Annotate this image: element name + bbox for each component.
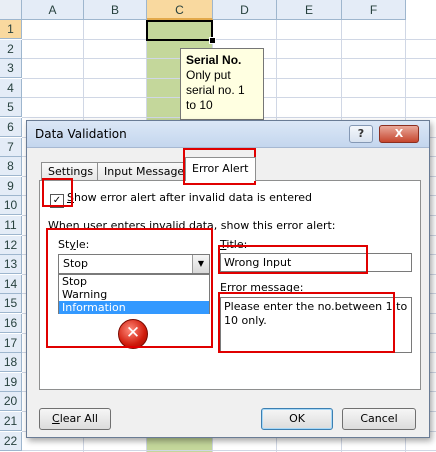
column-header-d[interactable]: D <box>213 0 277 20</box>
error-message-textarea[interactable]: Please enter the no.between 1 to 10 only… <box>220 297 412 353</box>
style-label-prefix: St <box>58 238 70 251</box>
tab-settings[interactable]: Settings <box>41 162 101 180</box>
row-header-14[interactable]: 14 <box>0 274 22 294</box>
row-header-10[interactable]: 10 <box>0 196 22 216</box>
clear-all-label: lear All <box>59 412 98 425</box>
row-header-2[interactable]: 2 <box>0 39 22 59</box>
style-select-value: Stop <box>63 257 89 270</box>
error-x-icon: ✕ <box>118 319 148 349</box>
column-header-c[interactable]: C <box>147 0 213 20</box>
row-header-4[interactable]: 4 <box>0 78 22 98</box>
title-input[interactable]: Wrong Input <box>220 253 412 272</box>
style-option-warning[interactable]: Warning <box>59 288 209 301</box>
row-header-18[interactable]: 18 <box>0 353 22 373</box>
help-button[interactable]: ? <box>349 125 373 143</box>
row-header-7[interactable]: 7 <box>0 137 22 157</box>
error-alert-panel: ✓ Show error alert after invalid data is … <box>39 180 421 390</box>
fill-handle[interactable] <box>209 37 216 44</box>
clear-all-button[interactable]: Clear All <box>39 408 111 430</box>
error-message-label-accesskey: E <box>220 281 227 294</box>
row-header-21[interactable]: 21 <box>0 412 22 431</box>
show-alert-label-accesskey: S <box>67 191 74 204</box>
tooltip-title: Serial No. <box>186 53 242 67</box>
row-header-12[interactable]: 12 <box>0 235 22 255</box>
title-label: Title: <box>220 238 247 251</box>
style-option-stop[interactable]: Stop <box>59 275 209 288</box>
tooltip-message: Only put serial no. 1 to 10 <box>186 68 245 112</box>
chevron-down-icon[interactable]: ▼ <box>192 255 209 273</box>
style-label-suffix: le: <box>75 238 90 251</box>
row-header-11[interactable]: 11 <box>0 216 22 235</box>
row-gridline <box>22 450 436 452</box>
row-header-17[interactable]: 17 <box>0 333 22 353</box>
active-cell-c1[interactable] <box>146 20 213 41</box>
clear-all-accesskey: C <box>52 412 60 425</box>
row-gridline <box>22 38 436 40</box>
error-message-label: Error message: <box>220 281 303 294</box>
error-message-label-rest: rror message: <box>226 281 304 294</box>
tab-error-alert[interactable]: Error Alert <box>185 157 256 181</box>
select-all-corner[interactable] <box>0 0 22 20</box>
ok-button[interactable]: OK <box>261 408 333 430</box>
row-header-3[interactable]: 3 <box>0 59 22 79</box>
row-header-13[interactable]: 13 <box>0 255 22 275</box>
column-header-a[interactable]: A <box>22 0 84 20</box>
data-validation-dialog: Data Validation ? X Settings Input Messa… <box>26 120 430 438</box>
tab-input-message[interactable]: Input Message <box>97 162 192 180</box>
column-header-f[interactable]: F <box>342 0 406 20</box>
row-header-9[interactable]: 9 <box>0 176 22 196</box>
row-header-19[interactable]: 19 <box>0 372 22 392</box>
input-message-tooltip: Serial No. Only put serial no. 1 to 10 <box>180 48 264 120</box>
row-header-1[interactable]: 1 <box>0 20 22 39</box>
row-header-22[interactable]: 22 <box>0 431 22 451</box>
row-header-5[interactable]: 5 <box>0 98 22 118</box>
show-alert-label: how error alert after invalid data is en… <box>73 191 312 204</box>
column-header-e[interactable]: E <box>277 0 342 20</box>
column-header-b[interactable]: B <box>84 0 147 20</box>
row-header-15[interactable]: 15 <box>0 294 22 314</box>
style-label: Style: <box>58 238 89 251</box>
row-header-8[interactable]: 8 <box>0 157 22 177</box>
dialog-titlebar[interactable]: Data Validation ? X <box>27 121 429 148</box>
title-label-rest: itle: <box>226 238 248 251</box>
dialog-title: Data Validation <box>35 127 127 141</box>
cancel-button[interactable]: Cancel <box>342 408 416 430</box>
close-button[interactable]: X <box>379 125 419 143</box>
row-header-16[interactable]: 16 <box>0 314 22 333</box>
show-alert-row[interactable]: ✓ Show error alert after invalid data is … <box>50 191 312 208</box>
style-options-list[interactable]: Stop Warning Information <box>58 274 210 314</box>
row-header-20[interactable]: 20 <box>0 392 22 412</box>
show-alert-checkbox[interactable]: ✓ <box>50 194 64 208</box>
section-label: When user enters invalid data, show this… <box>48 219 336 232</box>
style-select[interactable]: Stop ▼ <box>58 254 210 274</box>
style-option-information[interactable]: Information <box>59 301 209 314</box>
row-header-6[interactable]: 6 <box>0 118 22 137</box>
